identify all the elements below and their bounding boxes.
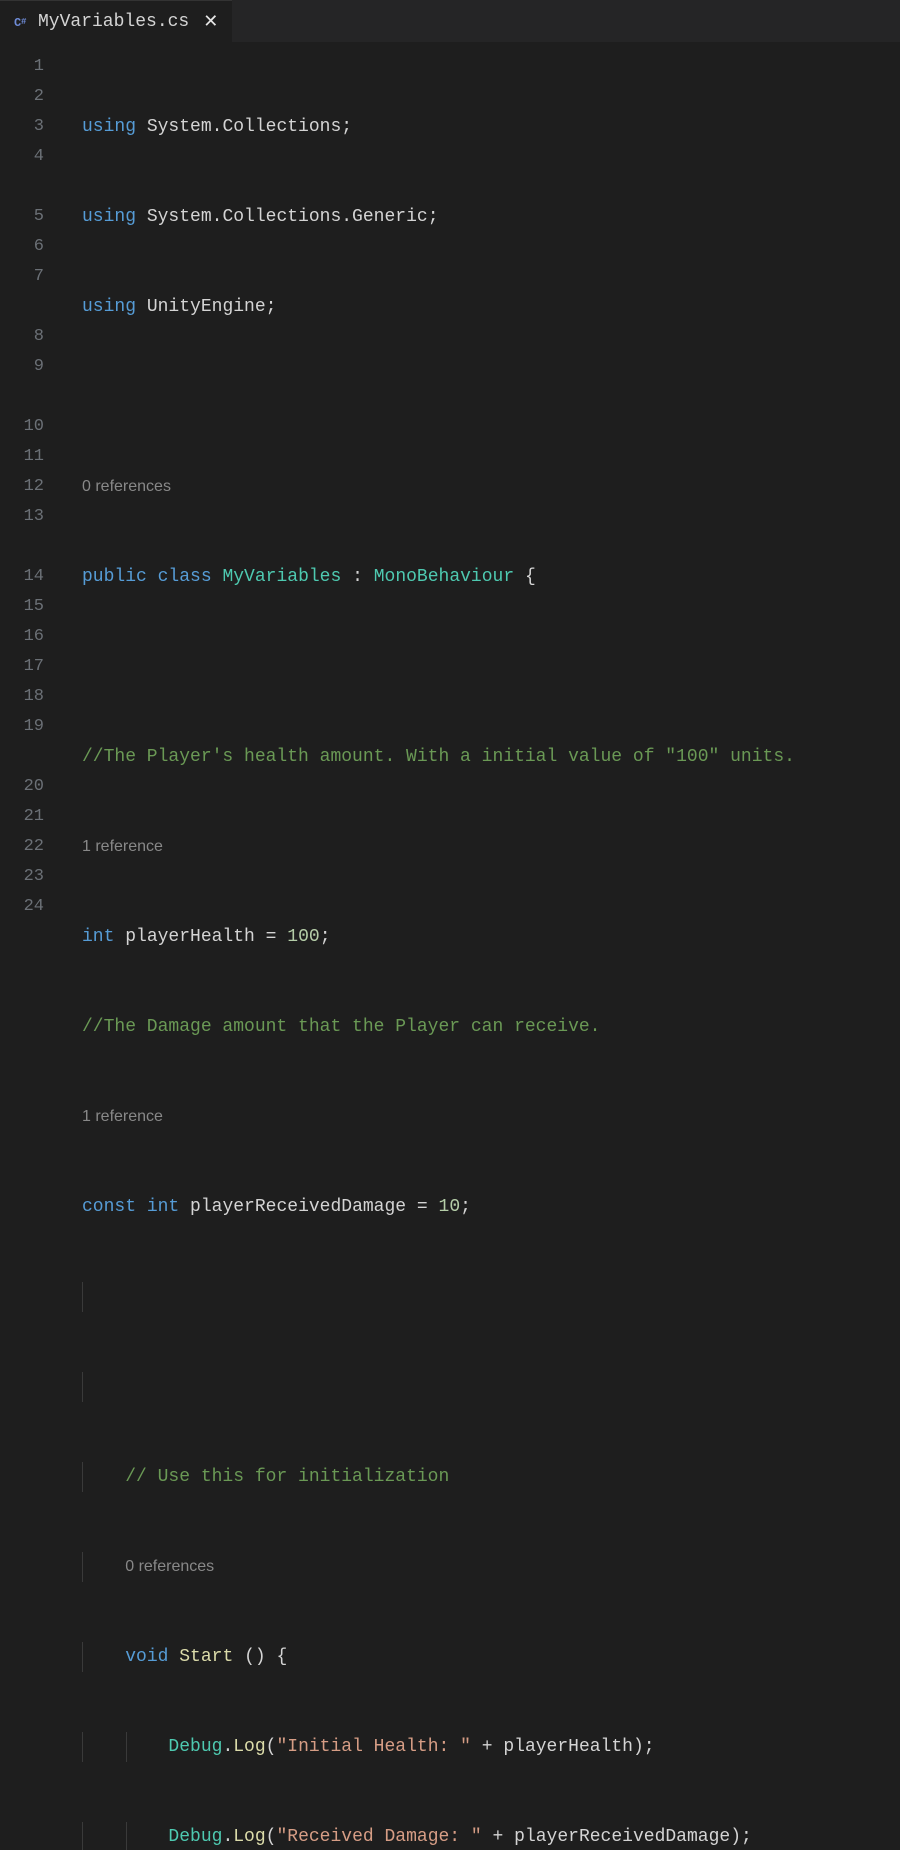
line-number: 4 xyxy=(0,142,64,172)
line-number: 16 xyxy=(0,622,64,652)
csharp-icon: C# xyxy=(14,14,30,30)
code-line[interactable] xyxy=(64,652,900,682)
code-line[interactable]: using UnityEngine; xyxy=(64,292,900,322)
line-number: 21 xyxy=(0,802,64,832)
line-number: 5 xyxy=(0,172,64,232)
line-number: 11 xyxy=(0,442,64,472)
line-number: 8 xyxy=(0,292,64,352)
tab-myvariables[interactable]: C# MyVariables.cs ✕ xyxy=(0,0,232,42)
code-line[interactable]: const int playerReceivedDamage = 10; xyxy=(64,1192,900,1222)
line-number: 24 xyxy=(0,892,64,922)
code-line[interactable]: //The Player's health amount. With a ini… xyxy=(64,742,900,772)
code-line[interactable]: using System.Collections; xyxy=(64,112,900,142)
code-line[interactable]: Debug.Log("Received Damage: " + playerRe… xyxy=(64,1822,900,1850)
line-number: 17 xyxy=(0,652,64,682)
tab-title: MyVariables.cs xyxy=(38,12,189,32)
svg-text:#: # xyxy=(21,17,27,27)
code-area[interactable]: using System.Collections; using System.C… xyxy=(64,42,900,925)
line-number: 19 xyxy=(0,712,64,742)
tab-bar: C# MyVariables.cs ✕ xyxy=(0,0,900,42)
codelens-start[interactable]: 0 references xyxy=(64,1552,900,1582)
codelens-class[interactable]: 0 references xyxy=(64,472,900,502)
code-line[interactable] xyxy=(64,1372,900,1402)
code-line[interactable]: using System.Collections.Generic; xyxy=(64,202,900,232)
code-line[interactable]: int playerHealth = 100; xyxy=(64,922,900,952)
code-line[interactable] xyxy=(64,1282,900,1312)
code-line[interactable]: // Use this for initialization xyxy=(64,1462,900,1492)
line-number-gutter: 1 2 3 4 5 6 7 8 9 10 11 12 13 14 15 16 1… xyxy=(0,42,64,925)
line-number: 7 xyxy=(0,262,64,292)
close-icon[interactable]: ✕ xyxy=(203,11,218,33)
line-number: 13 xyxy=(0,502,64,532)
line-number: 20 xyxy=(0,742,64,802)
line-number: 22 xyxy=(0,832,64,862)
line-number: 1 xyxy=(0,52,64,82)
line-number: 14 xyxy=(0,532,64,592)
codelens-playerreceiveddamage[interactable]: 1 reference xyxy=(64,1102,900,1132)
line-number: 18 xyxy=(0,682,64,712)
code-line[interactable]: void Start () { xyxy=(64,1642,900,1672)
code-line[interactable]: //The Damage amount that the Player can … xyxy=(64,1012,900,1042)
code-line[interactable]: public class MyVariables : MonoBehaviour… xyxy=(64,562,900,592)
line-number: 3 xyxy=(0,112,64,142)
line-number: 10 xyxy=(0,382,64,442)
line-number: 12 xyxy=(0,472,64,502)
codelens-playerhealth[interactable]: 1 reference xyxy=(64,832,900,862)
line-number: 9 xyxy=(0,352,64,382)
code-editor[interactable]: 1 2 3 4 5 6 7 8 9 10 11 12 13 14 15 16 1… xyxy=(0,42,900,925)
code-line[interactable] xyxy=(64,382,900,412)
line-number: 15 xyxy=(0,592,64,622)
line-number: 6 xyxy=(0,232,64,262)
code-line[interactable]: Debug.Log("Initial Health: " + playerHea… xyxy=(64,1732,900,1762)
line-number: 23 xyxy=(0,862,64,892)
line-number: 2 xyxy=(0,82,64,112)
